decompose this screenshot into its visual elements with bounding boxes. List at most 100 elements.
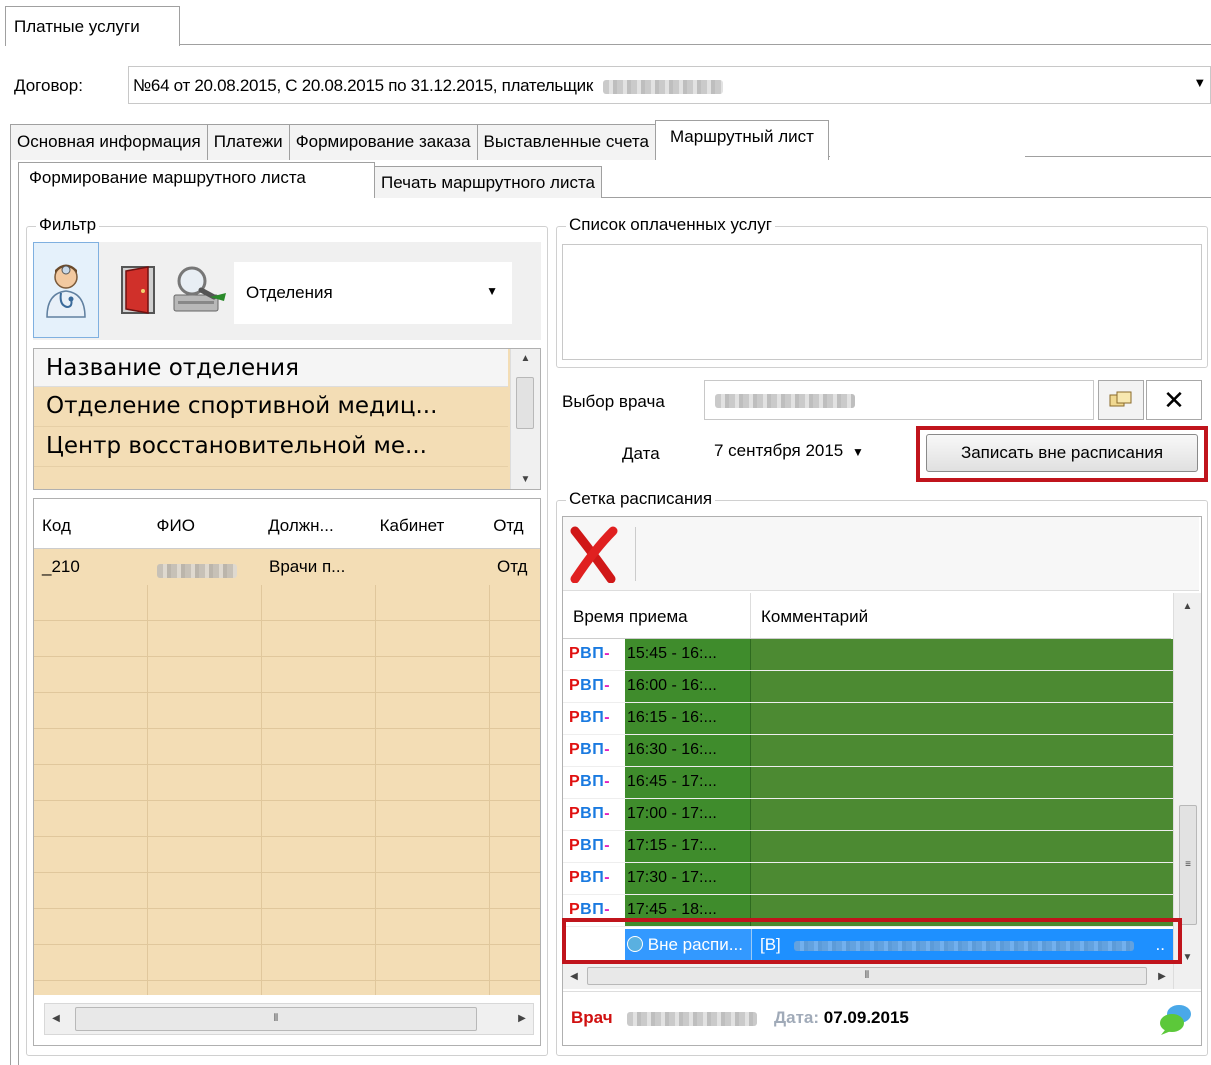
schedule-slot[interactable]: РВП- 16:15 - 16:...	[563, 703, 1173, 735]
chevron-down-icon[interactable]: ▼	[1193, 75, 1206, 90]
column-divider	[489, 549, 490, 995]
slot-comment	[751, 703, 1173, 734]
column-divider	[375, 549, 376, 995]
column-header-time[interactable]: Время приема	[563, 593, 751, 638]
schedule-slot[interactable]: РВП- 17:30 - 17:...	[563, 863, 1173, 895]
footer-doctor-label: Врач	[571, 1008, 613, 1027]
slot-tag-label: ВП	[580, 837, 605, 854]
column-header-position[interactable]: Должн...	[260, 499, 372, 548]
scroll-up-icon[interactable]: ▲	[511, 353, 540, 364]
schedule-slot[interactable]: РВП- 16:00 - 16:...	[563, 671, 1173, 703]
payer-name-redacted	[603, 79, 724, 94]
departments-scrollbar[interactable]: ▲ ▼	[510, 349, 540, 489]
column-header-comment[interactable]: Комментарий	[751, 593, 868, 638]
column-header-room[interactable]: Кабинет	[372, 499, 486, 548]
pick-doctor-button[interactable]	[1098, 380, 1144, 420]
column-header-dept[interactable]: Отд	[485, 499, 540, 548]
tab-active-gap	[830, 156, 1025, 157]
scroll-thumb[interactable]: ⦀	[75, 1007, 477, 1031]
schedule-hscrollbar[interactable]: ◀ ⦀ ▶	[563, 963, 1173, 989]
column-divider	[147, 549, 148, 995]
departments-list: Название отделения Отделение спортивной …	[33, 348, 541, 490]
column-header-name[interactable]: ФИО	[147, 499, 261, 548]
slot-tag-label: ВП	[580, 677, 605, 694]
scroll-up-icon[interactable]: ▲	[1174, 601, 1201, 612]
contract-label: Договор:	[14, 76, 83, 95]
chevron-down-icon[interactable]: ▼	[852, 445, 864, 459]
delete-booking-button[interactable]	[569, 525, 619, 588]
subtab-active-gap	[19, 197, 374, 198]
slot-comment	[751, 735, 1173, 766]
tab-label: Формирование маршрутного листа	[29, 168, 306, 187]
schedule-slot[interactable]: РВП- 16:30 - 16:...	[563, 735, 1173, 767]
slot-comment	[751, 639, 1173, 670]
chevron-down-icon[interactable]: ▼	[486, 284, 498, 298]
scroll-thumb[interactable]: ≡	[1179, 805, 1197, 925]
schedule-slot[interactable]: РВП- 17:00 - 17:...	[563, 799, 1173, 831]
tab-invoices[interactable]: Выставленные счета	[476, 124, 656, 160]
schedule-title: Сетка расписания	[566, 489, 716, 509]
schedule-slot[interactable]: РВП- 16:45 - 17:...	[563, 767, 1173, 799]
scroll-down-icon[interactable]: ▼	[511, 474, 540, 485]
tab-paid-services[interactable]: Платные услуги	[5, 6, 180, 46]
list-item[interactable]: Центр восстановительной ме...	[34, 427, 508, 467]
schedule-footer: Врач Дата: 07.09.2015	[563, 991, 1201, 1045]
paid-services-list[interactable]	[562, 244, 1202, 360]
slot-time: 15:45 - 16:...	[625, 639, 751, 670]
slot-time: 16:45 - 17:...	[625, 767, 751, 798]
slot-time: 17:00 - 17:...	[625, 799, 751, 830]
scroll-right-icon[interactable]: ▶	[515, 1013, 529, 1024]
table-row[interactable]: _210 Врачи п... Отд	[34, 549, 540, 585]
room-filter-button[interactable]	[105, 242, 171, 338]
scroll-thumb[interactable]	[516, 377, 534, 429]
tab-form-route-sheet[interactable]: Формирование маршрутного листа	[18, 162, 375, 198]
doctors-hscrollbar[interactable]: ◀ ⦀ ▶	[34, 995, 540, 1045]
tab-order-forming[interactable]: Формирование заказа	[288, 124, 478, 160]
department-filter-button[interactable]	[167, 242, 233, 338]
departments-header[interactable]: Название отделения	[34, 349, 508, 387]
cell-room	[375, 549, 489, 585]
tab-label: Платежи	[213, 132, 283, 151]
slot-tag-label: ВП	[580, 901, 605, 918]
scroll-left-icon[interactable]: ◀	[49, 1013, 63, 1024]
clear-doctor-button[interactable]: ✕	[1146, 380, 1202, 420]
tab-strip-divider	[180, 44, 1211, 45]
doctor-choice-label: Выбор врача	[562, 392, 665, 411]
tab-paid-services-label: Платные услуги	[14, 17, 140, 36]
doctor-icon	[46, 264, 86, 318]
slot-tag: РВП-	[563, 703, 625, 734]
column-header-code[interactable]: Код	[34, 499, 147, 548]
schedule-slot[interactable]: РВП- 15:45 - 16:...	[563, 639, 1173, 671]
cell-code: _210	[42, 557, 80, 576]
tab-label: Основная информация	[17, 132, 201, 151]
slot-tag-label: ВП	[580, 805, 605, 822]
slot-time: 16:30 - 16:...	[625, 735, 751, 766]
doctors-grid: Код ФИО Должн... Кабинет Отд _210 Врачи …	[33, 498, 541, 1046]
date-picker[interactable]: 7 сентября 2015 ▼	[704, 432, 910, 472]
schedule-toolbar	[563, 517, 1199, 591]
footer-date-value: 07.09.2015	[823, 1008, 909, 1027]
filter-type-select[interactable]: Отделения ▼	[234, 262, 512, 324]
tab-payments[interactable]: Платежи	[206, 124, 290, 160]
search-magnifier-icon	[173, 266, 226, 312]
tab-main-info[interactable]: Основная информация	[10, 124, 208, 160]
schedule-slot[interactable]: РВП- 17:15 - 17:...	[563, 831, 1173, 863]
tab-label: Маршрутный лист	[669, 127, 814, 146]
scroll-thumb[interactable]: ⦀	[587, 967, 1147, 985]
scroll-right-icon[interactable]: ▶	[1155, 971, 1169, 982]
chat-bubbles-icon[interactable]	[1159, 1002, 1193, 1041]
tab-route-sheet[interactable]: Маршрутный лист	[654, 120, 829, 160]
contract-select[interactable]: №64 от 20.08.2015, С 20.08.2015 по 31.12…	[128, 66, 1211, 104]
schedule-header: Время приема Комментарий	[563, 593, 1171, 639]
doctor-choice-field[interactable]	[704, 380, 1094, 420]
hscroll-track[interactable]: ◀ ⦀ ▶	[44, 1003, 534, 1035]
slot-tag-label: ВП	[580, 741, 605, 758]
tab-print-route-sheet[interactable]: Печать маршрутного листа	[374, 166, 603, 198]
scroll-left-icon[interactable]: ◀	[567, 971, 581, 982]
list-item[interactable]: Отделение спортивной медиц...	[34, 387, 508, 427]
subtab-frame-left	[18, 197, 19, 1065]
delete-x-icon	[570, 526, 618, 584]
doctor-filter-button[interactable]	[33, 242, 99, 338]
book-outside-schedule-button[interactable]: Записать вне расписания	[926, 434, 1198, 472]
slot-tag-label: ВП	[580, 645, 605, 662]
